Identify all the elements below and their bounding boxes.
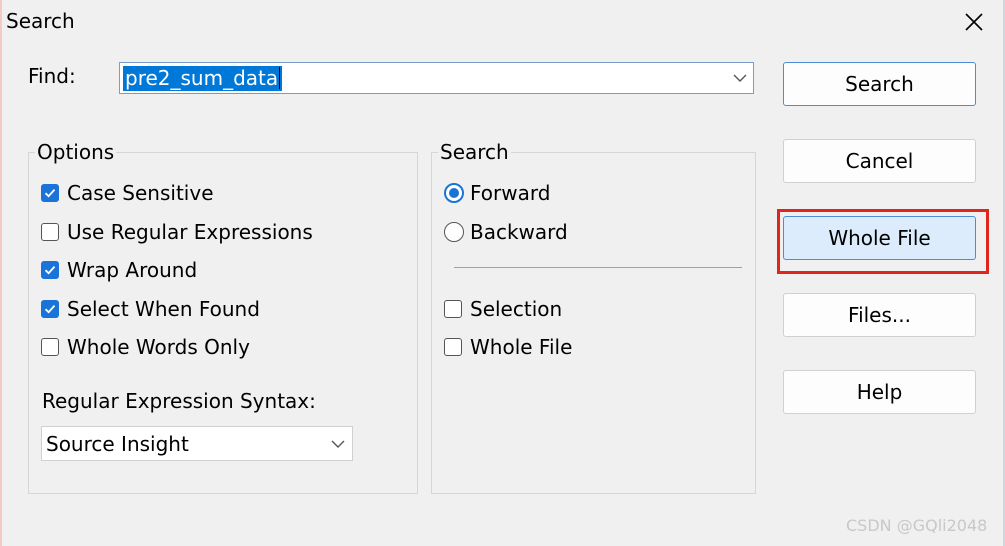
watermark-text: CSDN @GQli2048 <box>846 516 988 535</box>
close-button[interactable] <box>955 5 993 39</box>
case-sensitive-checkbox[interactable]: Case Sensitive <box>41 181 214 205</box>
checkbox-label: Whole Words Only <box>67 335 250 359</box>
checkbox-unchecked-icon <box>41 338 59 356</box>
radio-unselected-icon <box>444 222 464 242</box>
backward-radio[interactable]: Backward <box>444 220 568 244</box>
checkbox-checked-icon <box>41 184 59 202</box>
chevron-down-icon[interactable] <box>733 74 747 83</box>
checkbox-label: Use Regular Expressions <box>67 220 313 244</box>
title-bar: Search <box>0 0 1005 44</box>
checkbox-unchecked-icon <box>41 223 59 241</box>
regex-syntax-value: Source Insight <box>46 432 189 456</box>
radio-label: Forward <box>470 181 551 205</box>
options-group-title: Options <box>35 140 117 164</box>
checkbox-unchecked-icon <box>444 338 462 356</box>
separator <box>454 267 742 268</box>
radio-selected-icon <box>444 183 464 203</box>
files-button[interactable]: Files... <box>783 293 976 337</box>
regex-syntax-select[interactable]: Source Insight <box>41 426 353 461</box>
search-group-title: Search <box>438 140 511 164</box>
help-button[interactable]: Help <box>783 370 976 414</box>
use-regex-checkbox[interactable]: Use Regular Expressions <box>41 220 313 244</box>
regex-syntax-label: Regular Expression Syntax: <box>42 389 316 413</box>
search-button[interactable]: Search <box>783 62 976 106</box>
find-label: Find: <box>28 64 76 88</box>
find-input-value: pre2_sum_data <box>123 66 283 91</box>
background-edge-left <box>0 0 2 546</box>
forward-radio[interactable]: Forward <box>444 181 550 205</box>
annotation-highlight-box <box>777 209 989 274</box>
checkbox-label: Case Sensitive <box>67 181 214 205</box>
whole-file-checkbox[interactable]: Whole File <box>444 335 572 359</box>
find-input[interactable]: pre2_sum_data <box>119 62 754 94</box>
cancel-button[interactable]: Cancel <box>783 139 976 183</box>
wrap-around-checkbox[interactable]: Wrap Around <box>41 258 197 282</box>
radio-label: Backward <box>470 220 568 244</box>
checkbox-label: Whole File <box>470 335 573 359</box>
checkbox-label: Wrap Around <box>67 258 198 282</box>
checkbox-checked-icon <box>41 300 59 318</box>
select-when-found-checkbox[interactable]: Select When Found <box>41 297 260 321</box>
close-icon <box>965 13 983 31</box>
selection-checkbox[interactable]: Selection <box>444 297 562 321</box>
whole-words-only-checkbox[interactable]: Whole Words Only <box>41 335 250 359</box>
checkbox-label: Selection <box>470 297 563 321</box>
checkbox-checked-icon <box>41 261 59 279</box>
chevron-down-icon <box>331 440 345 448</box>
checkbox-label: Select When Found <box>67 297 260 321</box>
window-title: Search <box>6 9 75 33</box>
checkbox-unchecked-icon <box>444 300 462 318</box>
